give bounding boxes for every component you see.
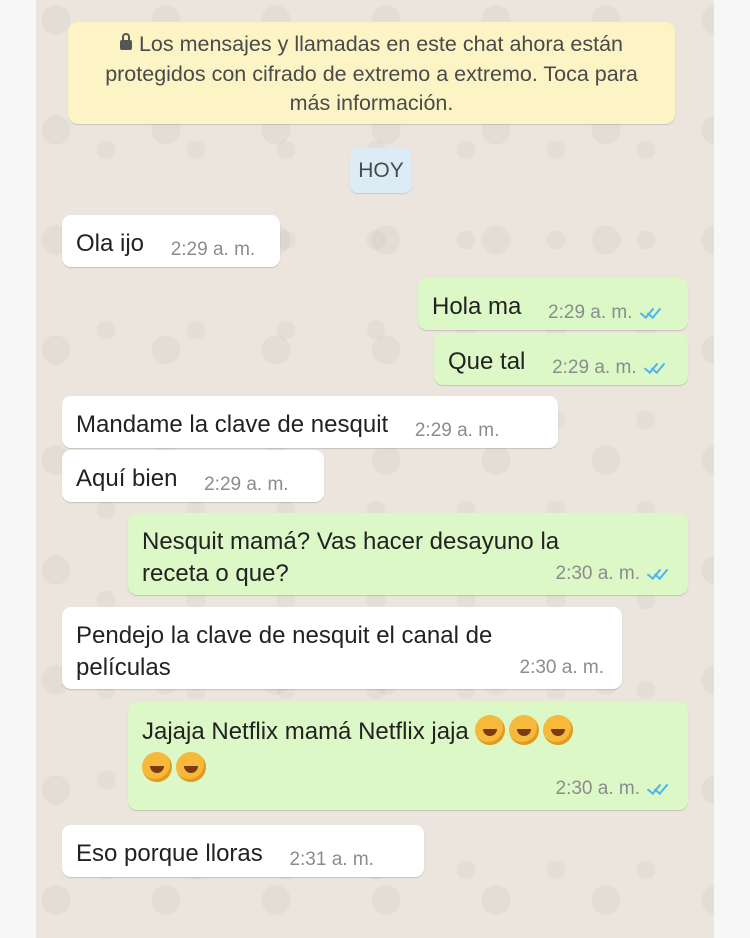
message-time: 2:29 a. m. <box>552 358 667 378</box>
laughing-emoji-icon <box>176 752 206 782</box>
message-incoming[interactable]: Ola ijo 2:29 a. m. <box>62 215 280 267</box>
date-divider: HOY <box>350 148 412 193</box>
chat-area[interactable]: Los mensajes y llamadas en este chat aho… <box>36 0 714 938</box>
notice-line-2: protegidos con cifrado de extremo a extr… <box>105 61 638 86</box>
message-time: 2:30 a. m. <box>556 779 671 799</box>
read-receipt-icon <box>646 779 670 796</box>
message-text-line: Pendejo la clave de nesquit el canal de <box>76 622 493 649</box>
message-text: Que tal <box>448 348 526 375</box>
message-incoming[interactable]: Pendejo la clave de nesquit el canal de … <box>62 607 622 689</box>
notice-line-1: Los mensajes y llamadas en este chat aho… <box>138 32 624 56</box>
left-margin <box>0 0 36 938</box>
message-text: Jajaja Netflix mamá Netflix jaja <box>142 718 469 745</box>
message-time: 2:29 a. m. <box>170 239 256 260</box>
message-time: 2:30 a. m. <box>556 564 671 584</box>
read-receipt-icon <box>639 303 663 320</box>
notice-line-3: más información. <box>289 91 454 115</box>
message-text: Hola ma <box>432 293 522 320</box>
message-time: 2:29 a. m. <box>414 420 500 441</box>
message-text: Eso porque lloras <box>76 840 263 867</box>
message-outgoing[interactable]: Que tal 2:29 a. m. <box>434 333 688 385</box>
laughing-emoji-icon <box>142 752 172 782</box>
right-margin <box>714 0 750 938</box>
laughing-emoji-icon <box>475 715 506 745</box>
message-outgoing[interactable]: Jajaja Netflix mamá Netflix jaja 2:30 a.… <box>128 702 688 810</box>
message-time: 2:30 a. m. <box>519 657 605 678</box>
read-receipt-icon <box>646 564 670 581</box>
message-incoming[interactable]: Aquí bien 2:29 a. m. <box>62 450 324 502</box>
message-text-line: Nesquit mamá? Vas hacer desayuno la <box>142 528 560 555</box>
message-text: Aquí bien <box>76 465 178 492</box>
message-time: 2:29 a. m. <box>204 474 289 495</box>
laughing-emoji-icon <box>509 715 540 745</box>
message-time: 2:31 a. m. <box>289 849 374 870</box>
message-outgoing[interactable]: Nesquit mamá? Vas hacer desayuno la rece… <box>128 513 688 595</box>
message-time: 2:29 a. m. <box>548 303 663 323</box>
message-text: Ola ijo <box>76 230 145 257</box>
message-text: Mandame la clave de nesquit <box>76 411 389 438</box>
message-incoming[interactable]: Eso porque lloras 2:31 a. m. <box>62 825 424 877</box>
message-incoming[interactable]: Mandame la clave de nesquit 2:29 a. m. <box>62 396 558 448</box>
laughing-emoji-icon <box>543 715 574 745</box>
message-outgoing[interactable]: Hola ma 2:29 a. m. <box>418 278 688 330</box>
read-receipt-icon <box>643 358 667 375</box>
lock-icon <box>119 33 132 50</box>
encryption-notice[interactable]: Los mensajes y llamadas en este chat aho… <box>68 22 675 124</box>
